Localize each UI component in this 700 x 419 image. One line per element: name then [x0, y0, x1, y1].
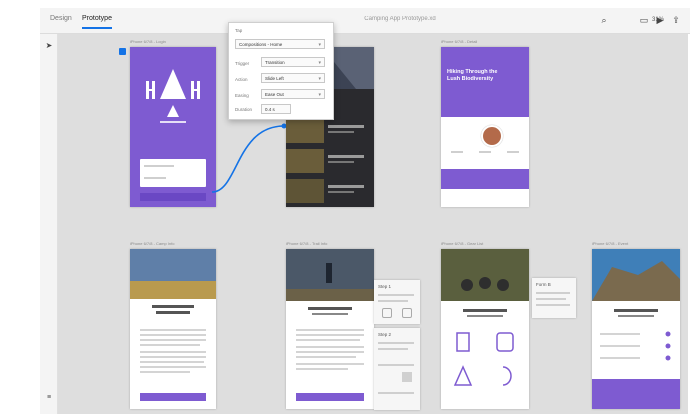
- toggle-icon[interactable]: [402, 308, 412, 318]
- action-select[interactable]: Slide Left ▾: [261, 73, 325, 83]
- artboard-detail[interactable]: Hiking Through the Lush Biodiversity: [441, 47, 529, 207]
- action-select-value: Slide Left: [265, 76, 284, 81]
- state-card-step-1[interactable]: Step 1: [374, 280, 420, 324]
- trail-graphic: [286, 249, 374, 401]
- detail-headline: Hiking Through the Lush Biodiversity: [447, 69, 498, 82]
- card-line: [378, 364, 414, 366]
- stat-line: [451, 151, 463, 153]
- popover-label-easing: Easing: [235, 93, 249, 98]
- card-line: [536, 298, 566, 300]
- state-card-title: Step 2: [378, 332, 392, 337]
- artboard-gear[interactable]: [441, 249, 529, 409]
- card-line: [536, 304, 570, 306]
- detail-hero: Hiking Through the Lush Biodiversity: [441, 47, 529, 117]
- card-line: [378, 342, 414, 344]
- selection-handle-icon[interactable]: [119, 48, 126, 55]
- chevron-down-icon: ▾: [318, 76, 321, 82]
- artboard-event[interactable]: [592, 249, 680, 409]
- pointer-icon[interactable]: ➤: [43, 40, 55, 52]
- tab-design[interactable]: Design: [50, 15, 72, 22]
- card-line: [378, 348, 408, 350]
- card-line: [378, 294, 414, 296]
- event-graphic: [592, 249, 680, 409]
- device-preview-icon[interactable]: ▭: [638, 14, 650, 26]
- search-icon[interactable]: ⌕: [598, 14, 610, 26]
- stat-line: [507, 151, 519, 153]
- card-line: [378, 300, 408, 302]
- tab-prototype[interactable]: Prototype: [82, 15, 112, 29]
- popover-label-action: Action: [235, 77, 248, 82]
- canvas[interactable]: iPhone 6/7/8 - Login iPhone 6/7/8 - Hike…: [58, 22, 688, 414]
- popover-label-duration: Duration: [235, 107, 253, 112]
- prototype-link-icon: [211, 123, 287, 193]
- document-title: Camping App Prototype.xd: [364, 16, 436, 22]
- artboard-label-login[interactable]: iPhone 6/7/8 - Login: [130, 39, 166, 44]
- thumbnail: [402, 372, 412, 382]
- artboard-label-camp[interactable]: iPhone 6/7/8 - Camp Info: [130, 241, 174, 246]
- stat-line: [479, 151, 491, 153]
- gear-graphic: [441, 249, 529, 386]
- camp-graphic: [130, 249, 216, 401]
- top-toolbar: Design Prototype Camping App Prototype.x…: [40, 8, 690, 34]
- camp-logo-icon: [140, 69, 206, 201]
- artboard-label-event[interactable]: iPhone 6/7/8 - Event: [592, 241, 628, 246]
- popover-title: Tap: [235, 28, 243, 33]
- play-icon[interactable]: ▶: [654, 14, 666, 26]
- chevron-down-icon: ▾: [318, 92, 321, 98]
- artboard-label-gear[interactable]: iPhone 6/7/8 - Gear List: [441, 241, 483, 246]
- detail-action-bar[interactable]: [441, 169, 529, 189]
- chevron-down-icon: ▾: [318, 42, 321, 48]
- interaction-popover[interactable]: Tap Compositions - Home ▾ Trigger Transi…: [228, 22, 334, 120]
- layers-icon[interactable]: ≡: [43, 392, 55, 404]
- chevron-down-icon: ▾: [318, 60, 321, 66]
- state-card-step-2[interactable]: Step 2: [374, 328, 420, 410]
- share-icon[interactable]: ⇪: [670, 14, 682, 26]
- avatar: [481, 125, 503, 147]
- card-line: [378, 392, 414, 394]
- artboard-login[interactable]: [130, 47, 216, 207]
- duration-input-value: 0.4 s: [265, 107, 275, 112]
- trigger-select-value: Transition: [265, 60, 285, 65]
- artboard-camp[interactable]: [130, 249, 216, 409]
- state-card-form[interactable]: Form B: [532, 278, 576, 318]
- left-toolbar: ➤ ≡: [40, 34, 58, 414]
- easing-select[interactable]: Ease Out ▾: [261, 89, 325, 99]
- popover-label-trigger: Trigger: [235, 61, 250, 66]
- state-card-title: Step 1: [378, 284, 392, 289]
- toggle-icon[interactable]: [382, 308, 392, 318]
- artboard-label-detail[interactable]: iPhone 6/7/8 - Detail: [441, 39, 477, 44]
- state-card-title: Form B: [536, 282, 551, 287]
- easing-select-value: Ease Out: [265, 92, 284, 97]
- xd-app-window: Design Prototype Camping App Prototype.x…: [0, 0, 700, 419]
- artboard-label-trail[interactable]: iPhone 6/7/8 - Trail Info: [286, 241, 327, 246]
- destination-select-value: Compositions - Home: [239, 42, 283, 47]
- card-line: [536, 292, 570, 294]
- artboard-trail[interactable]: [286, 249, 374, 409]
- duration-input[interactable]: 0.4 s: [261, 104, 291, 114]
- destination-select[interactable]: Compositions - Home ▾: [235, 39, 325, 49]
- trigger-select[interactable]: Transition ▾: [261, 57, 325, 67]
